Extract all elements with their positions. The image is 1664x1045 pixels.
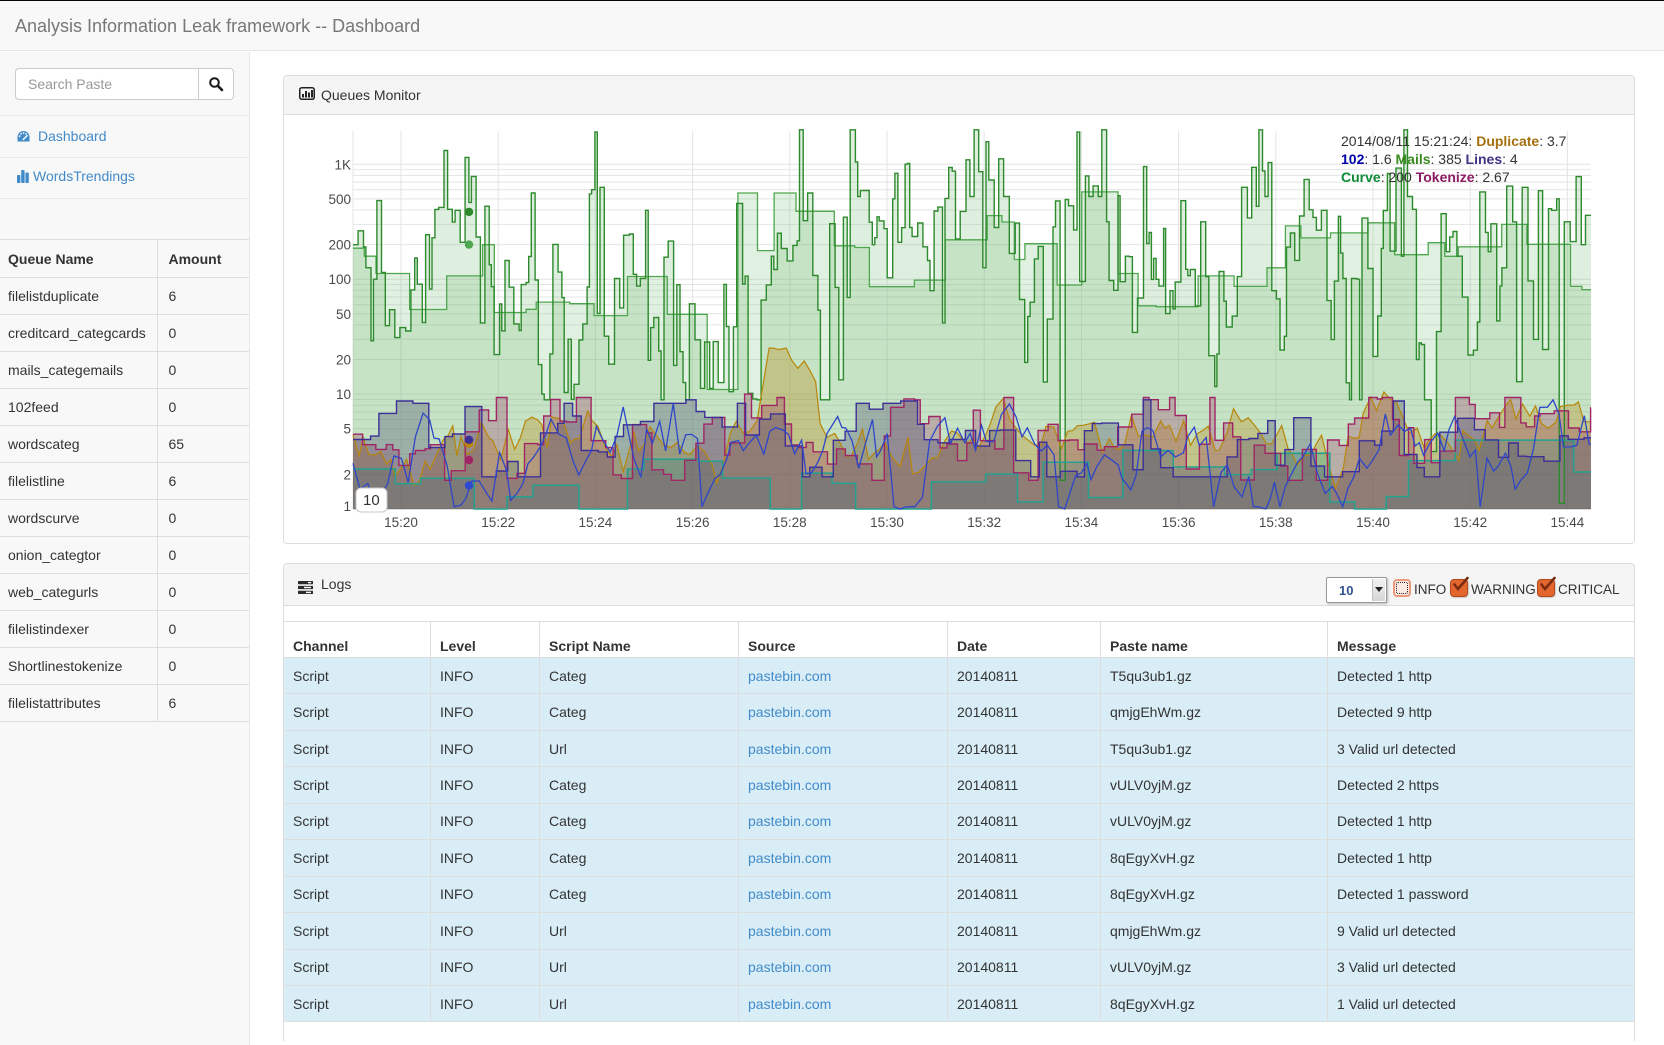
svg-text:10: 10 bbox=[336, 387, 351, 402]
svg-text:1K: 1K bbox=[334, 157, 351, 172]
svg-text:5: 5 bbox=[343, 422, 351, 437]
svg-text:15:20: 15:20 bbox=[384, 515, 418, 530]
svg-text:15:34: 15:34 bbox=[1065, 515, 1099, 530]
svg-text:2014/08/11 15:21:24: Duplicate: 2014/08/11 15:21:24: Duplicate: 3.7 bbox=[1341, 133, 1567, 149]
svg-text:10: 10 bbox=[363, 492, 380, 509]
svg-text:15:22: 15:22 bbox=[481, 515, 515, 530]
svg-text:Curve: 200 Tokenize: 2.67: Curve: 200 Tokenize: 2.67 bbox=[1341, 169, 1510, 185]
svg-text:2: 2 bbox=[343, 467, 351, 482]
svg-text:15:36: 15:36 bbox=[1162, 515, 1196, 530]
svg-text:50: 50 bbox=[336, 307, 351, 322]
svg-text:500: 500 bbox=[328, 192, 351, 207]
svg-text:200: 200 bbox=[328, 238, 351, 253]
svg-text:15:32: 15:32 bbox=[967, 515, 1001, 530]
svg-text:15:28: 15:28 bbox=[773, 515, 807, 530]
svg-text:15:30: 15:30 bbox=[870, 515, 904, 530]
svg-text:15:38: 15:38 bbox=[1259, 515, 1293, 530]
svg-text:15:26: 15:26 bbox=[676, 515, 710, 530]
svg-text:1: 1 bbox=[343, 499, 351, 514]
svg-text:15:42: 15:42 bbox=[1453, 515, 1487, 530]
svg-text:20: 20 bbox=[336, 353, 351, 368]
svg-text:15:40: 15:40 bbox=[1356, 515, 1390, 530]
svg-text:15:24: 15:24 bbox=[579, 515, 613, 530]
svg-text:100: 100 bbox=[328, 272, 351, 287]
svg-text:15:44: 15:44 bbox=[1551, 515, 1585, 530]
svg-text:102: 1.6 Mails: 385 Lines: 4: 102: 1.6 Mails: 385 Lines: 4 bbox=[1341, 151, 1518, 167]
